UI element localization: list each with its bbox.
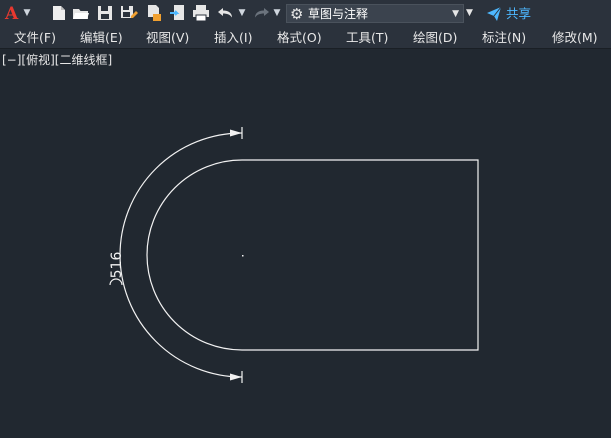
drawing-svg: 516 [109,127,479,383]
print-icon[interactable] [192,4,210,22]
dimension-text[interactable]: 516 [109,252,125,279]
workspace-switcher[interactable]: ⚙ 草图与注释 ▼ [286,4,464,23]
menu-file[interactable]: 文件(F) [14,29,56,47]
menu-view[interactable]: 视图(V) [146,29,189,47]
menu-insert[interactable]: 插入(I) [214,29,252,47]
gear-icon: ⚙ [290,5,304,23]
redo-dropdown-icon[interactable]: ▼ [272,5,282,21]
arrowhead-top [230,129,242,137]
chevron-down-icon: ▼ [452,9,459,19]
center-point [242,255,244,257]
arc-dimension-line[interactable] [119,132,243,378]
slot-outline[interactable] [146,159,479,351]
arrowhead-bottom [230,373,242,381]
save-icon[interactable] [96,4,114,22]
share-button[interactable]: 共享 [486,4,546,23]
drawing-canvas[interactable]: 516 [0,48,611,434]
redo-icon[interactable] [252,4,270,22]
menu-tools[interactable]: 工具(T) [346,29,388,47]
arc-length-symbol [109,278,123,286]
share-label: 共享 [506,6,532,21]
undo-dropdown-icon[interactable]: ▼ [237,5,247,21]
menu-edit[interactable]: 编辑(E) [80,29,123,47]
menu-draw[interactable]: 绘图(D) [413,29,457,47]
viewport-controls-label[interactable]: [−][俯视][二维线框] [2,52,112,68]
customize-toolbar-icon[interactable]: ▼ [466,5,476,21]
menu-modify[interactable]: 修改(M) [552,29,598,47]
undo-icon[interactable] [217,4,235,22]
menu-dimension[interactable]: 标注(N) [482,29,526,47]
publish-icon[interactable] [145,4,163,22]
open-icon[interactable] [72,4,90,22]
paper-plane-icon [487,6,502,21]
svg-text:A: A [4,4,19,22]
new-icon[interactable] [50,4,68,22]
app-menu-dropdown-icon[interactable]: ▼ [22,5,32,21]
workspace-label: 草图与注释 [308,7,369,21]
save-as-icon[interactable] [120,4,138,22]
app-logo-icon[interactable]: A [4,4,22,22]
menu-format[interactable]: 格式(O) [277,29,322,47]
quick-access-toolbar: A ▼ ▼ ▼ ⚙ 草图与注释 ▼ ▼ 共享 [0,0,611,28]
import-icon[interactable] [169,4,187,22]
